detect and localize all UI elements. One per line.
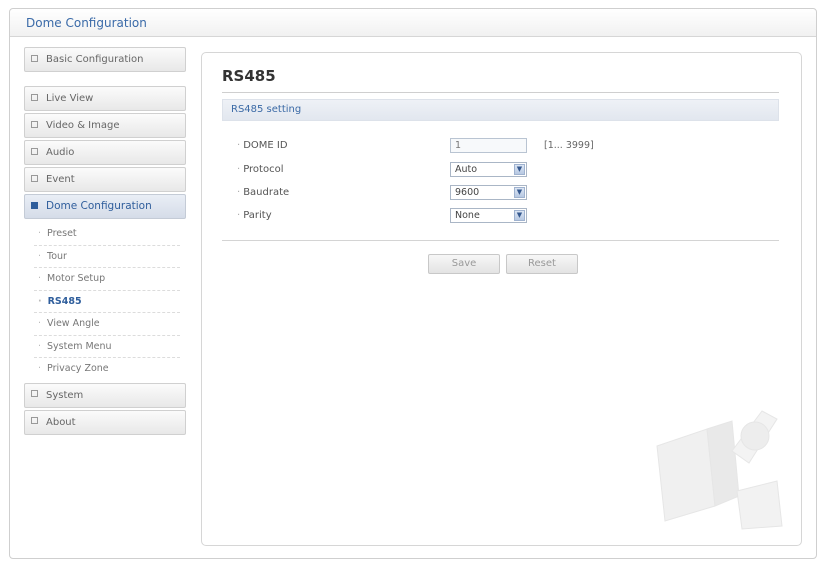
dot-icon: · <box>38 228 42 239</box>
label-text: Parity <box>243 210 272 221</box>
protocol-select[interactable]: Auto ▼ <box>450 162 527 177</box>
reset-button[interactable]: Reset <box>506 254 578 274</box>
baudrate-select[interactable]: 9600 ▼ <box>450 185 527 200</box>
page-title: RS485 <box>222 67 276 85</box>
nav-dome-configuration[interactable]: Dome Configuration <box>24 194 186 219</box>
square-bullet-icon <box>31 54 38 62</box>
subnav-view-angle[interactable]: · View Angle <box>34 313 180 336</box>
sidebar: Basic Configuration Live View Video & Im… <box>24 47 186 435</box>
dot-icon: · <box>38 295 42 307</box>
subnav-label: Motor Setup <box>47 273 106 284</box>
nav-label: Audio <box>46 147 75 158</box>
square-bullet-icon <box>31 201 38 209</box>
baudrate-label: · Baudrate <box>237 187 289 198</box>
nav-about[interactable]: About <box>24 409 186 435</box>
nav-live-view[interactable]: Live View <box>24 86 186 111</box>
subnav-label: RS485 <box>47 295 82 307</box>
title-divider <box>222 92 779 93</box>
protocol-label: · Protocol <box>237 164 284 175</box>
nav-label: About <box>46 416 76 428</box>
dot-icon: · <box>38 318 42 329</box>
subnav-label: Preset <box>47 228 77 239</box>
dot-icon: · <box>38 250 42 262</box>
nav-audio[interactable]: Audio <box>24 140 186 165</box>
nav-label: Basic Configuration <box>46 54 144 65</box>
select-value: 9600 <box>455 187 480 198</box>
subnav-motor-setup[interactable]: · Motor Setup <box>34 268 180 291</box>
bullet-icon: · <box>237 140 241 151</box>
bullet-icon: · <box>237 164 241 175</box>
section-title: RS485 setting <box>231 104 302 115</box>
chevron-down-icon[interactable]: ▼ <box>514 187 525 198</box>
square-bullet-icon <box>31 174 38 182</box>
header-bar: Dome Configuration <box>10 9 816 37</box>
form-divider <box>222 240 779 241</box>
select-value: Auto <box>455 164 478 175</box>
square-bullet-icon <box>31 390 38 397</box>
bullet-icon: · <box>237 187 241 198</box>
nav-label: Event <box>46 174 75 185</box>
select-value: None <box>455 210 480 221</box>
subnav-system-menu[interactable]: · System Menu <box>34 336 180 358</box>
parity-select[interactable]: None ▼ <box>450 208 527 223</box>
subnav-preset[interactable]: · Preset <box>34 223 180 246</box>
square-bullet-icon <box>31 93 38 101</box>
dot-icon: · <box>38 363 42 374</box>
dot-icon: · <box>38 273 42 284</box>
subnav-label: Tour <box>47 250 67 262</box>
square-bullet-icon <box>31 147 38 155</box>
nav-label: Live View <box>46 93 94 104</box>
square-bullet-icon <box>31 417 38 424</box>
nav-basic-configuration[interactable]: Basic Configuration <box>24 47 186 72</box>
dot-icon: · <box>38 340 42 352</box>
label-text: DOME ID <box>243 140 288 151</box>
nav-label: Dome Configuration <box>46 200 152 212</box>
header-title: Dome Configuration <box>26 16 147 30</box>
subnav-label: View Angle <box>47 318 100 329</box>
nav-event[interactable]: Event <box>24 167 186 192</box>
dome-submenu: · Preset · Tour · Motor Setup · RS485 · View … <box>24 219 186 383</box>
nav-label: System <box>46 389 84 401</box>
camera-watermark-icon <box>656 410 783 530</box>
subnav-label: Privacy Zone <box>47 363 109 374</box>
section-header: RS485 setting <box>222 99 779 121</box>
subnav-privacy-zone[interactable]: · Privacy Zone <box>34 358 180 381</box>
dome-id-label: · DOME ID <box>237 140 288 151</box>
nav-video-image[interactable]: Video & Image <box>24 113 186 138</box>
subnav-label: System Menu <box>47 340 112 352</box>
subnav-rs485[interactable]: · RS485 <box>34 291 180 313</box>
main-panel: RS485 RS485 setting · DOME ID 1 [1... 399… <box>201 52 802 546</box>
nav-label: Video & Image <box>46 120 120 131</box>
dome-id-input[interactable]: 1 <box>450 138 527 153</box>
label-text: Protocol <box>243 164 284 175</box>
bullet-icon: · <box>237 210 241 221</box>
chevron-down-icon[interactable]: ▼ <box>514 164 525 175</box>
square-bullet-icon <box>31 120 38 128</box>
chevron-down-icon[interactable]: ▼ <box>514 210 525 221</box>
label-text: Baudrate <box>243 187 290 198</box>
subnav-tour[interactable]: · Tour <box>34 246 180 268</box>
save-button[interactable]: Save <box>428 254 500 274</box>
parity-label: · Parity <box>237 210 272 221</box>
dome-id-range-hint: [1... 3999] <box>544 140 594 151</box>
nav-system[interactable]: System <box>24 382 186 408</box>
